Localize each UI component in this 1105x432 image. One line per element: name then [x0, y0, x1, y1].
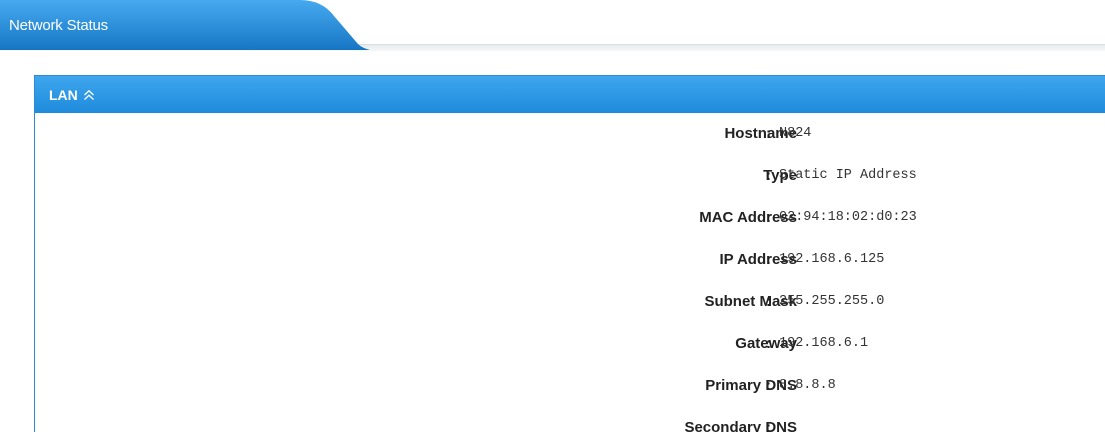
field-row-gateway: Gateway : 192.168.6.1: [35, 323, 1105, 365]
field-row-mac-address: MAC Address : 02:94:18:02:d0:23: [35, 197, 1105, 239]
separator: :: [766, 377, 771, 394]
separator: :: [766, 167, 771, 184]
secondary-dns-label: Secondary DNS: [684, 419, 797, 432]
separator: :: [766, 251, 771, 268]
primary-dns-value: 8.8.8.8: [779, 378, 836, 393]
subnet-mask-value: 255.255.255.0: [779, 294, 885, 309]
tab-network-status[interactable]: Network Status: [9, 17, 108, 34]
separator: :: [766, 209, 771, 226]
lan-panel: LAN Hostname : N824 Type : Static IP Add…: [34, 75, 1105, 432]
separator: :: [766, 419, 771, 432]
separator: :: [766, 125, 771, 142]
separator: :: [766, 335, 771, 352]
field-row-ip-address: IP Address : 192.168.6.125: [35, 239, 1105, 281]
network-status-page: Network Status LAN Hostname : N824 Type …: [0, 0, 1105, 432]
field-row-hostname: Hostname : N824: [35, 113, 1105, 155]
field-row-subnet-mask: Subnet Mask : 255.255.255.0: [35, 281, 1105, 323]
field-row-primary-dns: Primary DNS : 8.8.8.8: [35, 365, 1105, 407]
ip-address-value: 192.168.6.125: [779, 252, 885, 267]
hostname-value: N824: [779, 126, 812, 141]
lan-panel-header[interactable]: LAN: [35, 76, 1105, 113]
separator: :: [766, 293, 771, 310]
lan-info-list: Hostname : N824 Type : Static IP Address…: [35, 113, 1105, 432]
mac-address-value: 02:94:18:02:d0:23: [779, 210, 917, 225]
tab-bar: Network Status: [0, 0, 1105, 52]
field-row-type: Type : Static IP Address: [35, 155, 1105, 197]
type-value: Static IP Address: [779, 168, 917, 183]
chevron-double-up-icon[interactable]: [83, 89, 95, 101]
gateway-value: 192.168.6.1: [779, 336, 869, 351]
lan-panel-title: LAN: [49, 86, 78, 103]
field-row-secondary-dns: Secondary DNS :: [35, 407, 1105, 432]
